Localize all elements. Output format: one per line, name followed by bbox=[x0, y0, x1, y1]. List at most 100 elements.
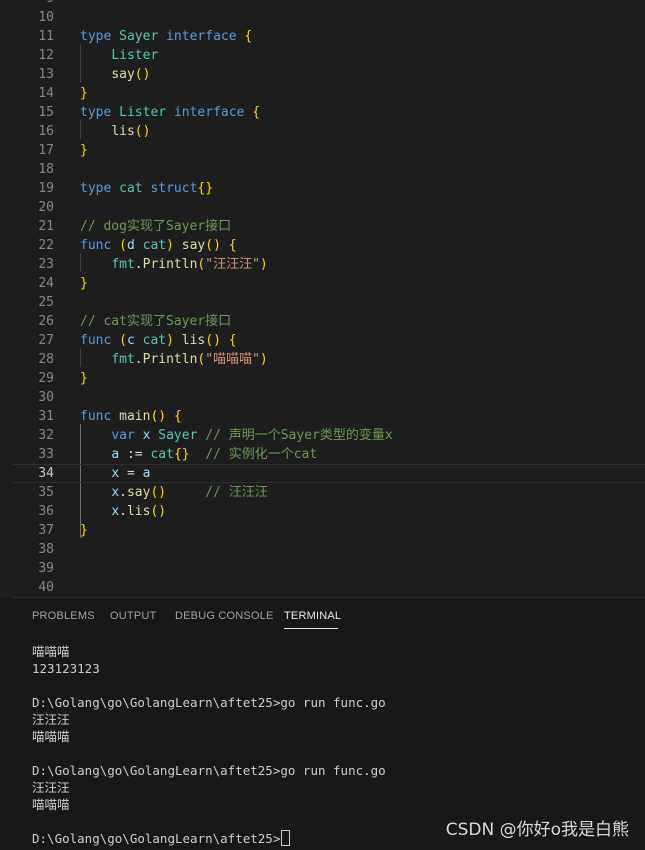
line-code: // dog实现了Sayer接口 bbox=[80, 219, 232, 234]
line-code: func main() { bbox=[80, 409, 182, 424]
code-line[interactable]: 30 bbox=[12, 388, 645, 407]
line-code: } bbox=[80, 523, 88, 538]
tab-debug-console[interactable]: DEBUG CONSOLE bbox=[175, 610, 274, 622]
code-line[interactable]: 11 type Sayer interface { bbox=[12, 27, 645, 46]
code-line[interactable]: 15 type Lister interface { bbox=[12, 103, 645, 122]
terminal-line: D:\Golang\go\GolangLearn\aftet25>go run … bbox=[32, 763, 386, 778]
line-code: lis() bbox=[111, 124, 151, 139]
line-number: 15 bbox=[38, 105, 54, 120]
line-code: fmt.Println("喵喵喵") bbox=[111, 352, 268, 367]
line-number: 20 bbox=[38, 200, 54, 215]
code-line[interactable]: 18 bbox=[12, 160, 645, 179]
line-number: 28 bbox=[38, 352, 54, 367]
line-number: 26 bbox=[38, 314, 54, 329]
code-line[interactable]: 14} bbox=[12, 84, 645, 103]
tab-problems[interactable]: PROBLEMS bbox=[32, 610, 95, 622]
line-number: 35 bbox=[38, 485, 54, 500]
line-code: } bbox=[80, 371, 88, 386]
line-code: type Sayer interface { bbox=[80, 29, 253, 44]
line-number: 9 bbox=[12, 0, 54, 8]
code-line[interactable]: 21 // dog实现了Sayer接口 bbox=[12, 217, 645, 236]
code-line[interactable]: 32 var x Sayer // 声明一个Sayer类型的变量x bbox=[12, 426, 645, 445]
line-code: Lister bbox=[111, 48, 159, 63]
code-line[interactable]: 29} bbox=[12, 369, 645, 388]
line-number: 40 bbox=[38, 580, 54, 595]
code-line[interactable]: 39 bbox=[12, 559, 645, 578]
terminal-line: D:\Golang\go\GolangLearn\aftet25>go run … bbox=[32, 695, 386, 710]
code-line[interactable]: 12 Lister bbox=[12, 46, 645, 65]
line-code: x.say() // 汪汪汪 bbox=[111, 485, 268, 500]
code-line[interactable]: 9 bbox=[12, 0, 645, 8]
active-tab-indicator bbox=[284, 628, 338, 629]
code-line[interactable]: 34 x = a bbox=[12, 464, 645, 483]
line-number: 10 bbox=[38, 10, 54, 25]
line-number: 38 bbox=[38, 542, 54, 557]
line-number: 34 bbox=[38, 466, 54, 481]
code-line[interactable]: 36 x.lis() bbox=[12, 502, 645, 521]
line-number: 31 bbox=[38, 409, 54, 424]
terminal-line: 汪汪汪 bbox=[32, 712, 70, 727]
line-code: say() bbox=[111, 67, 151, 82]
line-number: 33 bbox=[38, 447, 54, 462]
line-number: 21 bbox=[38, 219, 54, 234]
code-line[interactable]: 31 func main() { bbox=[12, 407, 645, 426]
line-code: type cat struct{} bbox=[80, 181, 214, 196]
line-number: 39 bbox=[38, 561, 54, 576]
line-number: 17 bbox=[38, 143, 54, 158]
line-number: 22 bbox=[38, 238, 54, 253]
bottom-panel: PROBLEMS OUTPUT DEBUG CONSOLE TERMINAL 喵喵喵 1… bbox=[12, 597, 645, 850]
line-code: func (c cat) lis() { bbox=[80, 333, 237, 348]
terminal-line: 喵喵喵 bbox=[32, 797, 70, 812]
code-line[interactable]: 19 type cat struct{} bbox=[12, 179, 645, 198]
line-code: } bbox=[80, 86, 88, 101]
line-code: fmt.Println("汪汪汪") bbox=[111, 257, 268, 272]
code-line[interactable]: 23 fmt.Println("汪汪汪") bbox=[12, 255, 645, 274]
panel-tabs: PROBLEMS OUTPUT DEBUG CONSOLE TERMINAL bbox=[12, 598, 645, 634]
line-number: 13 bbox=[38, 67, 54, 82]
terminal-cursor bbox=[281, 830, 291, 846]
line-code: func (d cat) say() { bbox=[80, 238, 237, 253]
code-line[interactable]: 38 bbox=[12, 540, 645, 559]
tab-output[interactable]: OUTPUT bbox=[110, 610, 156, 622]
watermark: CSDN @你好o我是白熊 bbox=[445, 820, 629, 840]
code-line[interactable]: 20 bbox=[12, 198, 645, 217]
code-line[interactable]: 24} bbox=[12, 274, 645, 293]
code-editor[interactable]: 91011type Sayer interface {12 Lister13 s… bbox=[0, 0, 645, 597]
line-number: 23 bbox=[38, 257, 54, 272]
code-line[interactable]: 10 bbox=[12, 8, 645, 27]
code-line[interactable]: 37} bbox=[12, 521, 645, 540]
line-number: 12 bbox=[38, 48, 54, 63]
code-line[interactable]: 35 x.say() // 汪汪汪 bbox=[12, 483, 645, 502]
code-line[interactable]: 13 say() bbox=[12, 65, 645, 84]
terminal-line: 汪汪汪 bbox=[32, 780, 70, 795]
line-code: // cat实现了Sayer接口 bbox=[80, 314, 232, 329]
line-number: 18 bbox=[38, 162, 54, 177]
line-number: 27 bbox=[38, 333, 54, 348]
code-line[interactable]: 33 a := cat{} // 实例化一个cat bbox=[12, 445, 645, 464]
terminal-line: 123123123 bbox=[32, 661, 100, 676]
code-line[interactable]: 25 bbox=[12, 293, 645, 312]
line-number: 14 bbox=[38, 86, 54, 101]
terminal-line: 喵喵喵 bbox=[32, 729, 70, 744]
line-code: x = a bbox=[111, 466, 151, 481]
code-line[interactable]: 40 bbox=[12, 578, 645, 597]
tab-terminal[interactable]: TERMINAL bbox=[284, 610, 341, 622]
code-line[interactable]: 27 func (c cat) lis() { bbox=[12, 331, 645, 350]
line-number: 36 bbox=[38, 504, 54, 519]
line-code: type Lister interface { bbox=[80, 105, 261, 120]
line-code: var x Sayer // 声明一个Sayer类型的变量x bbox=[111, 428, 393, 443]
line-number: 16 bbox=[38, 124, 54, 139]
line-number: 32 bbox=[38, 428, 54, 443]
line-number: 37 bbox=[38, 523, 54, 538]
code-line[interactable]: 17} bbox=[12, 141, 645, 160]
code-line[interactable]: 16 lis() bbox=[12, 122, 645, 141]
line-number: 19 bbox=[38, 181, 54, 196]
line-code: } bbox=[80, 276, 88, 291]
code-line[interactable]: 22 func (d cat) say() { bbox=[12, 236, 645, 255]
code-line[interactable]: 26 // cat实现了Sayer接口 bbox=[12, 312, 645, 331]
line-number: 30 bbox=[38, 390, 54, 405]
line-number: 24 bbox=[38, 276, 54, 291]
code-line[interactable]: 28 fmt.Println("喵喵喵") bbox=[12, 350, 645, 369]
line-number: 25 bbox=[38, 295, 54, 310]
line-number: 29 bbox=[38, 371, 54, 386]
